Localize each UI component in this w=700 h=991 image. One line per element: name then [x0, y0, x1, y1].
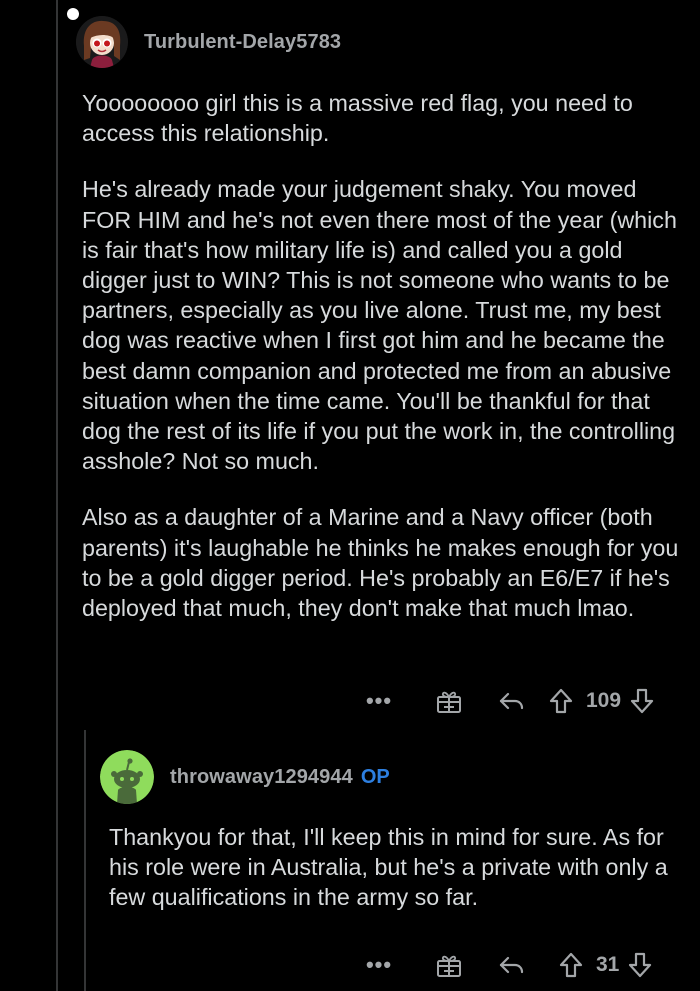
downvote-arrow-icon	[629, 952, 652, 978]
thread-line[interactable]	[56, 0, 58, 991]
comment-actions: ••• 31	[364, 948, 655, 982]
avatar[interactable]	[100, 750, 154, 804]
gift-icon	[437, 955, 461, 977]
award-button[interactable]	[432, 688, 466, 714]
username[interactable]: Turbulent-Delay5783	[144, 31, 341, 54]
vote-score: 109	[586, 689, 622, 712]
reply-button[interactable]	[494, 953, 528, 977]
comment-paragraph: Also as a daughter of a Marine and a Nav…	[82, 504, 679, 622]
gift-icon	[437, 691, 461, 713]
cartoon-girl-avatar-icon	[76, 16, 128, 68]
reply-button[interactable]	[494, 689, 528, 713]
comment-header: throwaway1294944 OP	[100, 750, 690, 804]
upvote-arrow-icon	[559, 952, 583, 978]
comment-body: Yoooooooo girl this is a massive red fla…	[82, 88, 686, 623]
comment-paragraph: Yoooooooo girl this is a massive red fla…	[82, 90, 633, 147]
comment-actions: ••• 109	[364, 684, 657, 718]
vote-score: 31	[596, 953, 620, 976]
comment-paragraph: Thankyou for that, I'll keep this in min…	[109, 824, 668, 911]
downvote-button[interactable]	[627, 687, 657, 715]
avatar[interactable]	[76, 16, 128, 68]
upvote-arrow-icon	[549, 688, 573, 714]
comment: throwaway1294944 OP Thankyou for that, I…	[100, 750, 690, 939]
more-options-button[interactable]: •••	[364, 952, 394, 978]
award-button[interactable]	[432, 952, 466, 978]
reply-icon	[499, 956, 524, 974]
more-options-button[interactable]: •••	[364, 688, 394, 714]
thread-line-reply[interactable]	[84, 730, 86, 991]
comment-paragraph: He's already made your judgement shaky. …	[82, 176, 677, 475]
downvote-button[interactable]	[625, 951, 655, 979]
snoo-avatar-icon	[100, 750, 154, 804]
upvote-button[interactable]	[556, 951, 586, 979]
comment: Turbulent-Delay5783 Yoooooooo girl this …	[76, 16, 686, 649]
comment-body: Thankyou for that, I'll keep this in min…	[109, 822, 690, 913]
comment-header: Turbulent-Delay5783	[76, 16, 686, 68]
username[interactable]: throwaway1294944	[170, 766, 353, 789]
op-badge: OP	[360, 765, 390, 788]
downvote-arrow-icon	[630, 688, 654, 714]
reply-icon	[499, 692, 524, 710]
upvote-button[interactable]	[546, 687, 576, 715]
